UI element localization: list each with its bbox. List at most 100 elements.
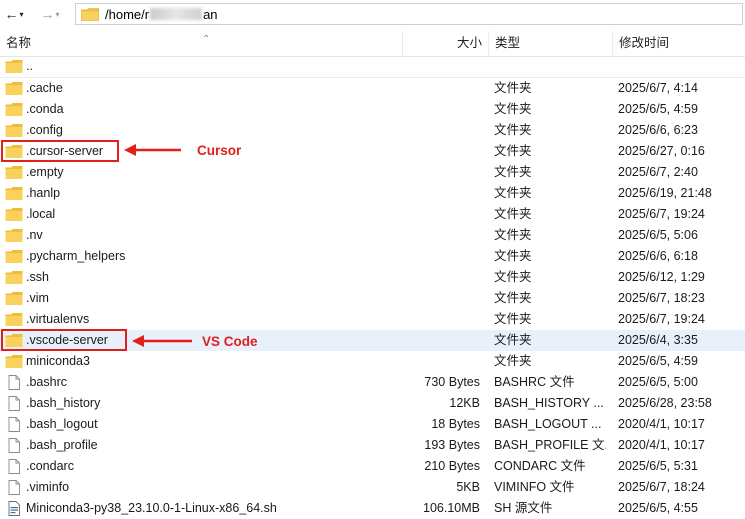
folder-row[interactable]: .hanlp 文件夹 2025/6/19, 21:48: [0, 183, 745, 204]
cursor-server-highlight-box: [1, 140, 119, 162]
item-type: 文件夹: [494, 354, 532, 368]
file-row[interactable]: .bash_logout 18 Bytes BASH_LOGOUT ... 2020/…: [0, 414, 745, 435]
item-type: BASH_HISTORY ...: [494, 396, 604, 410]
item-size: 18 Bytes: [431, 417, 480, 431]
file-icon: [8, 438, 20, 453]
item-name: .config: [26, 123, 63, 137]
column-name-label: 名称: [6, 36, 32, 50]
item-name: .viminfo: [26, 480, 70, 494]
column-header: 名称 ⌃ 大小 类型 修改时间: [0, 31, 745, 57]
item-type: 文件夹: [494, 312, 532, 326]
column-modified-header[interactable]: 修改时间: [612, 31, 745, 56]
folder-icon: [5, 60, 23, 73]
folder-row[interactable]: .config 文件夹 2025/6/6, 6:23: [0, 120, 745, 141]
column-type-header[interactable]: 类型: [488, 31, 612, 56]
column-size-label: 大小: [456, 36, 482, 50]
folder-icon: [5, 271, 23, 284]
back-button[interactable]: ← ▾: [2, 4, 26, 24]
chevron-down-icon: ▾: [55, 9, 60, 19]
column-name-header[interactable]: 名称 ⌃: [6, 31, 401, 56]
item-name: .cache: [26, 81, 63, 95]
item-type: 文件夹: [494, 186, 532, 200]
item-type: 文件夹: [494, 291, 532, 305]
vscode-annotation-label: VS Code: [202, 334, 258, 349]
item-type: 文件夹: [494, 123, 532, 137]
item-modified: 2025/6/7, 19:24: [618, 312, 705, 326]
folder-row[interactable]: .local 文件夹 2025/6/7, 19:24: [0, 204, 745, 225]
item-modified: 2020/4/1, 10:17: [618, 438, 705, 452]
address-bar[interactable]: /home/r an: [75, 3, 743, 25]
folder-row[interactable]: .cache 文件夹 2025/6/7, 4:14: [0, 78, 745, 99]
folder-row[interactable]: .pycharm_helpers 文件夹 2025/6/6, 6:18: [0, 246, 745, 267]
item-modified: 2020/4/1, 10:17: [618, 417, 705, 431]
item-name: .vim: [26, 291, 49, 305]
folder-icon: [5, 355, 23, 368]
item-type: BASH_LOGOUT ...: [494, 417, 602, 431]
folder-row[interactable]: miniconda3 文件夹 2025/6/5, 4:59: [0, 351, 745, 372]
folder-row[interactable]: .vim 文件夹 2025/6/7, 18:23: [0, 288, 745, 309]
redacted-username: [150, 8, 203, 20]
column-size-header[interactable]: 大小: [402, 31, 488, 56]
arrow-right-icon: →: [40, 6, 55, 22]
item-type: 文件夹: [494, 165, 532, 179]
item-type: 文件夹: [494, 333, 532, 347]
folder-icon: [5, 292, 23, 305]
item-name: .virtualenvs: [26, 312, 90, 326]
column-type-label: 类型: [495, 36, 521, 50]
folder-icon: [5, 313, 23, 326]
item-name: .local: [26, 207, 56, 221]
vscode-server-highlight-box: [1, 329, 127, 351]
address-path-prefix: /home/r: [105, 6, 150, 22]
parent-directory-row[interactable]: ..: [0, 56, 745, 78]
parent-directory-name: ..: [26, 59, 33, 73]
file-row[interactable]: .bashrc 730 Bytes BASHRC 文件 2025/6/5, 5:00: [0, 372, 745, 393]
folder-row[interactable]: .conda 文件夹 2025/6/5, 4:59: [0, 99, 745, 120]
folder-row[interactable]: .virtualenvs 文件夹 2025/6/7, 19:24: [0, 309, 745, 330]
file-list: .. .cache 文件夹 2025/6/7, 4:14 .conda 文件夹 2025/…: [0, 56, 745, 519]
item-name: .hanlp: [26, 186, 61, 200]
item-name: .bashrc: [26, 375, 67, 389]
cursor-annotation-label: Cursor: [197, 143, 242, 158]
item-modified: 2025/6/28, 23:58: [618, 396, 712, 410]
forward-button[interactable]: → ▾: [38, 4, 62, 24]
item-modified: 2025/6/27, 0:16: [618, 144, 705, 158]
file-icon: [8, 480, 20, 495]
item-name: miniconda3: [26, 354, 90, 368]
item-type: 文件夹: [494, 81, 532, 95]
folder-icon: [5, 187, 23, 200]
file-row[interactable]: .bash_profile 193 Bytes BASH_PROFILE 文... 2…: [0, 435, 745, 456]
item-size: 210 Bytes: [424, 459, 480, 473]
item-name: .ssh: [26, 270, 49, 284]
item-type: CONDARC 文件: [494, 459, 586, 473]
file-icon: [8, 375, 20, 390]
folder-icon: [5, 82, 23, 95]
item-size: 106.10MB: [423, 501, 480, 515]
item-type: 文件夹: [494, 102, 532, 116]
folder-icon: [5, 166, 23, 179]
file-icon: [8, 396, 20, 411]
item-modified: 2025/6/5, 4:59: [618, 102, 698, 116]
folder-row[interactable]: .ssh 文件夹 2025/6/12, 1:29: [0, 267, 745, 288]
item-type: VIMINFO 文件: [494, 480, 575, 494]
vscode-arrow-icon: [132, 335, 192, 347]
file-row[interactable]: .viminfo 5KB VIMINFO 文件 2025/6/7, 18:24: [0, 477, 745, 498]
folder-icon: [5, 208, 23, 221]
folder-icon: [81, 7, 99, 21]
file-row[interactable]: .bash_history 12KB BASH_HISTORY ... 2025/6/…: [0, 393, 745, 414]
item-size: 730 Bytes: [424, 375, 480, 389]
folder-icon: [5, 250, 23, 263]
sort-ascending-icon: ⌃: [202, 34, 211, 45]
file-icon: [8, 459, 20, 474]
folder-row[interactable]: .nv 文件夹 2025/6/5, 5:06: [0, 225, 745, 246]
item-modified: 2025/6/7, 4:14: [618, 81, 698, 95]
item-name: .bash_history: [26, 396, 101, 410]
item-name: .bash_logout: [26, 417, 98, 431]
file-row[interactable]: .condarc 210 Bytes CONDARC 文件 2025/6/5, 5:3…: [0, 456, 745, 477]
item-type: 文件夹: [494, 270, 532, 284]
folder-row[interactable]: .empty 文件夹 2025/6/7, 2:40: [0, 162, 745, 183]
item-name: .pycharm_helpers: [26, 249, 126, 263]
item-modified: 2025/6/6, 6:18: [618, 249, 698, 263]
file-row[interactable]: Miniconda3-py38_23.10.0-1-Linux-x86_64.s…: [0, 498, 745, 519]
navigation-toolbar: ← ▾ → ▾ /home/r an: [0, 0, 745, 30]
item-modified: 2025/6/19, 21:48: [618, 186, 712, 200]
